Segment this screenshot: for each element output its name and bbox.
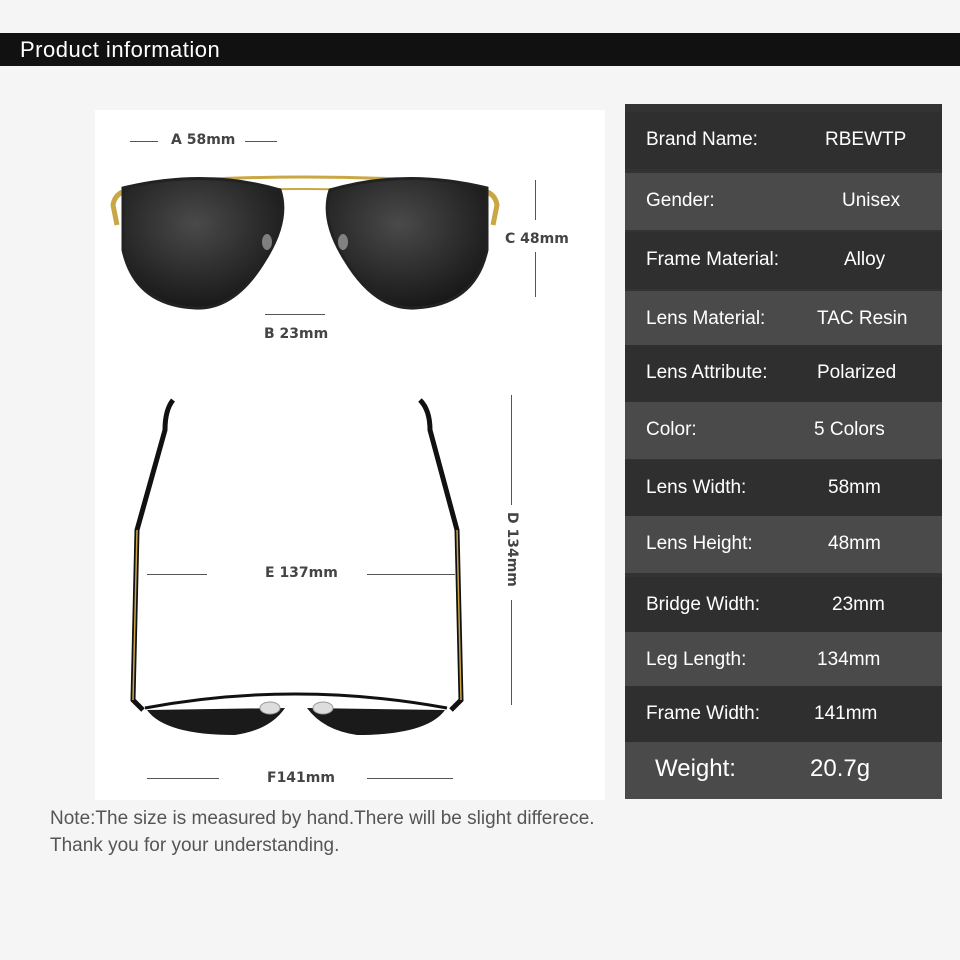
- spec-value: 134mm: [817, 649, 881, 670]
- spec-row: Lens Attribute: Polarized: [625, 345, 942, 402]
- spec-row: Lens Width: 58mm: [625, 460, 942, 517]
- spec-label: Gender:: [646, 190, 715, 211]
- spec-row: Leg Length: 134mm: [625, 632, 942, 689]
- spec-label: Lens Attribute:: [646, 362, 768, 383]
- spec-row: Gender: Unisex: [625, 173, 942, 230]
- dim-e-label: E 137mm: [265, 565, 338, 581]
- spec-row: Frame Material: Alloy: [625, 232, 942, 289]
- dim-f-arrow-left: [147, 778, 219, 779]
- dim-c-arrow-top: [535, 180, 536, 220]
- spec-label: Lens Width:: [646, 477, 747, 498]
- dim-f-arrow-right: [367, 778, 453, 779]
- spec-value: Unisex: [842, 190, 901, 211]
- spec-label: Brand Name:: [646, 129, 758, 150]
- glasses-diagram: A 58mm B 23mm C 48mm D 134mm E 137mm F14…: [95, 110, 605, 800]
- dim-f-label: F141mm: [267, 770, 335, 786]
- dim-c-label: C 48mm: [505, 231, 569, 247]
- spec-label: Weight:: [655, 755, 736, 782]
- spec-label: Frame Width:: [646, 703, 761, 724]
- spec-value: 48mm: [828, 533, 881, 554]
- spec-value: TAC Resin: [817, 308, 908, 329]
- spec-label: Lens Height:: [646, 533, 753, 554]
- dim-d-arrow-top: [511, 395, 512, 505]
- sunglasses-front-image: [110, 175, 500, 735]
- header-bar: Product information: [0, 33, 960, 66]
- spec-label: Leg Length:: [646, 649, 747, 670]
- spec-value: 20.7g: [810, 755, 871, 782]
- dim-b-arrow: [265, 314, 325, 315]
- note-line-2: Thank you for your understanding.: [50, 835, 340, 856]
- spec-value: Polarized: [817, 362, 897, 383]
- dim-b-label: B 23mm: [264, 326, 329, 342]
- spec-row: Lens Height: 48mm: [625, 516, 942, 573]
- spec-value: 58mm: [828, 477, 881, 498]
- spec-value: Alloy: [844, 249, 886, 270]
- spec-value: RBEWTP: [825, 129, 907, 150]
- spec-label: Frame Material:: [646, 249, 780, 270]
- dim-d-arrow-bottom: [511, 600, 512, 705]
- spec-row: Lens Material: TAC Resin: [625, 291, 942, 348]
- spec-row: Color: 5 Colors: [625, 402, 942, 459]
- spec-label: Color:: [646, 419, 697, 440]
- spec-row: Weight: 20.7g: [625, 742, 942, 799]
- spec-row: Bridge Width: 23mm: [625, 577, 942, 634]
- dim-e-arrow-right: [367, 574, 455, 575]
- spec-label: Lens Material:: [646, 308, 766, 329]
- spec-value: 23mm: [832, 594, 885, 615]
- dim-e-arrow-left: [147, 574, 207, 575]
- dim-a-label: A 58mm: [171, 132, 236, 148]
- spec-table: Brand Name: RBEWTP Gender: Unisex Frame …: [625, 104, 942, 799]
- spec-value: 141mm: [814, 703, 878, 724]
- measurement-note: Note:The size is measured by hand.There …: [50, 805, 595, 859]
- spec-row: Brand Name: RBEWTP: [625, 112, 942, 169]
- spec-row: Frame Width: 141mm: [625, 686, 942, 743]
- dim-d-label: D 134mm: [504, 512, 520, 587]
- dim-a-arrow-right: [245, 141, 277, 142]
- dim-a-arrow-left: [130, 141, 158, 142]
- page-title: Product information: [20, 37, 221, 62]
- spec-label: Bridge Width:: [646, 594, 761, 615]
- dim-c-arrow-bottom: [535, 252, 536, 297]
- note-line-1: Note:The size is measured by hand.There …: [50, 808, 595, 829]
- spec-value: 5 Colors: [814, 419, 885, 440]
